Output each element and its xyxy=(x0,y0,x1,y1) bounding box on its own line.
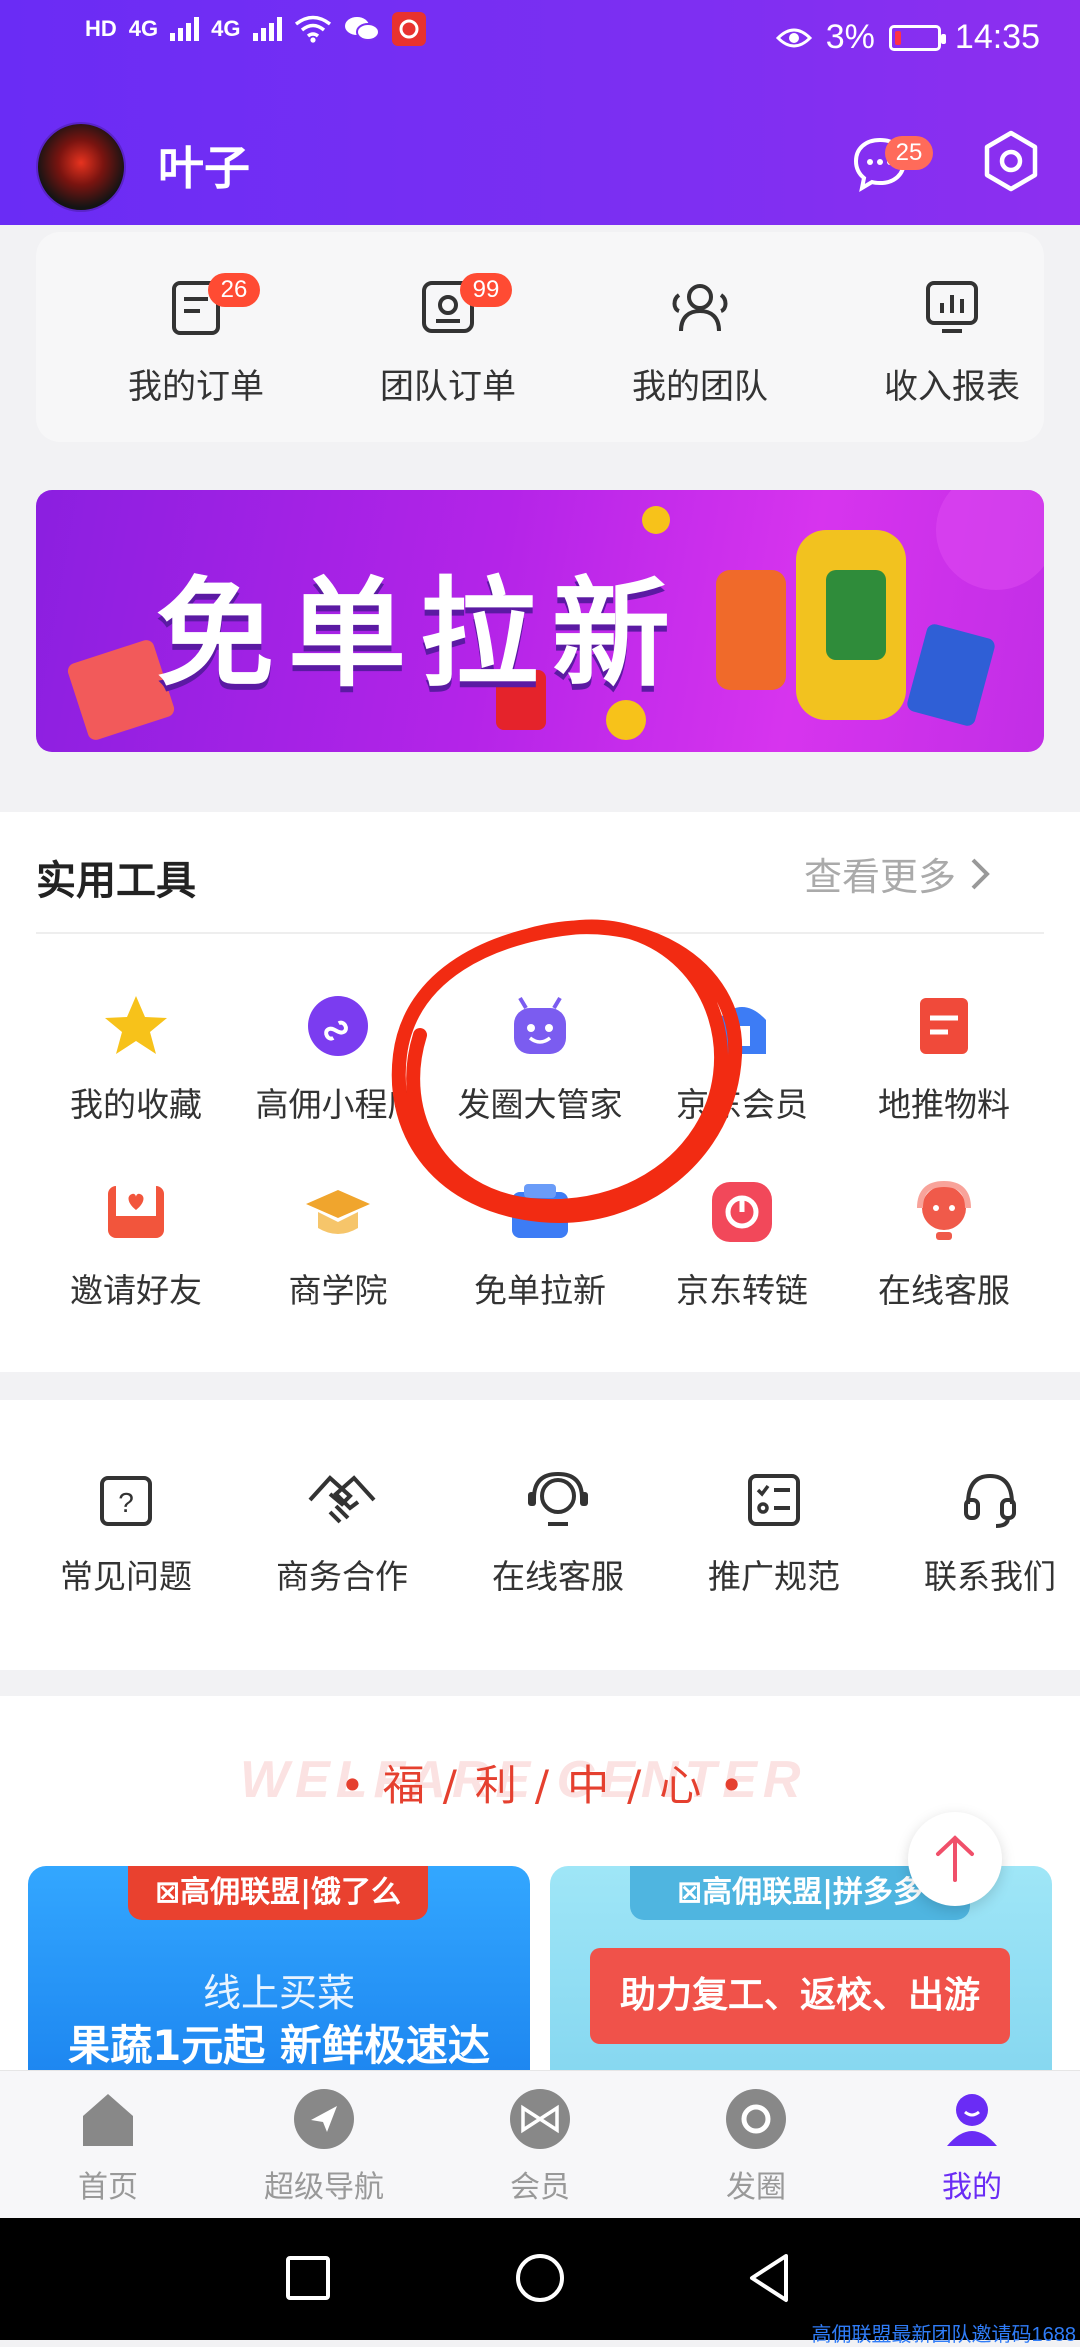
promo-card-eleme[interactable]: ⊠高佣联盟|饿了么 线上买菜 果蔬1元起 新鲜极速达 xyxy=(28,1866,530,2076)
nav-profile-label: 我的 xyxy=(942,2170,1002,2205)
navigation-icon xyxy=(294,2089,354,2149)
username[interactable]: 叶子 xyxy=(158,132,250,198)
tool-favorites[interactable]: 我的收藏 xyxy=(36,990,236,1126)
help-promo-rules[interactable]: 推广规范 xyxy=(674,1470,874,1598)
scroll-top-button[interactable] xyxy=(908,1812,1002,1906)
headset-icon xyxy=(964,1473,1016,1528)
view-more-link[interactable]: 查看更多 xyxy=(804,846,990,901)
avatar[interactable] xyxy=(36,122,126,212)
hd-icon: HD xyxy=(85,16,117,41)
help-contact-us[interactable]: 联系我们 xyxy=(890,1470,1080,1598)
tool-online-support-label: 在线客服 xyxy=(878,1271,1010,1310)
network-type-label: 4G xyxy=(128,16,159,41)
orders-card: 26 我的订单 99 团队订单 我的团队 收入报表 xyxy=(36,232,1044,442)
handshake-icon xyxy=(308,1475,376,1524)
help-faq[interactable]: ? 常见问题 xyxy=(26,1470,226,1598)
orders-badge: 26 xyxy=(208,273,260,307)
battery-icon xyxy=(888,24,946,51)
tool-jd-link-label: 京东转链 xyxy=(676,1271,808,1310)
tool-promo-materials[interactable]: 地推物料 xyxy=(844,990,1044,1126)
help-business[interactable]: 商务合作 xyxy=(242,1470,442,1598)
app-notification-icon xyxy=(391,12,426,46)
team-orders-label: 团队订单 xyxy=(380,367,516,407)
clock: 14:35 xyxy=(954,18,1040,56)
wechat-icon xyxy=(344,17,380,41)
signal-icon xyxy=(170,17,200,41)
tools-title: 实用工具 xyxy=(36,858,196,904)
income-report-button[interactable]: 收入报表 xyxy=(852,277,1052,408)
help-business-label: 商务合作 xyxy=(276,1557,408,1596)
tool-promo-materials-label: 地推物料 xyxy=(878,1085,1010,1124)
watermark-text: 高佣联盟最新团队邀请码1688 xyxy=(811,2324,1077,2346)
nav-member[interactable]: 会员 xyxy=(450,2086,630,2206)
income-report-label: 收入报表 xyxy=(884,367,1020,407)
material-icon xyxy=(920,998,968,1054)
promo-eleme-tag: ⊠高佣联盟|饿了么 xyxy=(128,1866,428,1920)
customer-service-icon xyxy=(528,1471,588,1526)
settings-icon[interactable] xyxy=(978,128,1044,194)
promo-banner[interactable]: 免单拉新 xyxy=(36,490,1044,752)
checklist-icon xyxy=(748,1474,800,1526)
my-team-button[interactable]: 我的团队 xyxy=(600,277,800,408)
team-orders-badge: 99 xyxy=(460,273,512,307)
signal-icon-2 xyxy=(252,17,282,41)
network-type-label-2: 4G xyxy=(211,16,241,41)
nav-circle[interactable]: 发圈 xyxy=(666,2086,846,2206)
invite-icon xyxy=(108,1186,164,1238)
nav-home-label: 首页 xyxy=(78,2170,138,2205)
view-more-label: 查看更多 xyxy=(804,855,957,899)
battery-percent: 3% xyxy=(825,18,875,56)
red-circle-annotation xyxy=(391,919,743,1223)
welfare-title: •福/利/中/心• xyxy=(340,1761,762,1810)
tool-online-support[interactable]: 在线客服 xyxy=(844,1176,1044,1312)
my-orders-button[interactable]: 26 我的订单 xyxy=(96,273,296,408)
tool-invite-friends-label: 邀请好友 xyxy=(70,1271,202,1310)
member-badge-icon xyxy=(510,2089,570,2149)
status-bar: HD 4G 4G 3% 14:35 xyxy=(0,0,1080,80)
my-orders-label: 我的订单 xyxy=(128,367,264,407)
nav-navigation-label: 超级导航 xyxy=(264,2170,384,2205)
circle-icon xyxy=(726,2089,786,2149)
message-badge: 25 xyxy=(885,136,933,170)
help-contact-us-label: 联系我们 xyxy=(924,1557,1056,1596)
help-online-support[interactable]: 在线客服 xyxy=(458,1470,658,1598)
help-online-support-label: 在线客服 xyxy=(492,1557,624,1596)
banner-title: 免单拉新 xyxy=(156,569,685,701)
nav-profile[interactable]: 我的 xyxy=(882,2086,1062,2206)
nav-member-label: 会员 xyxy=(510,2170,570,2205)
team-icon xyxy=(672,284,728,332)
svg-text:?: ? xyxy=(118,1487,134,1518)
help-promo-rules-label: 推广规范 xyxy=(708,1557,840,1596)
faq-icon: ? xyxy=(100,1476,152,1526)
help-faq-label: 常见问题 xyxy=(60,1557,192,1596)
my-team-label: 我的团队 xyxy=(632,367,768,407)
star-icon xyxy=(105,996,167,1054)
promo-eleme-line1: 线上买菜 xyxy=(202,1971,355,2015)
nav-home[interactable]: 首页 xyxy=(18,2086,198,2206)
promo-eleme-line2: 果蔬1元起 新鲜极速达 xyxy=(68,2021,490,2070)
profile-icon xyxy=(947,2094,997,2146)
back-icon[interactable] xyxy=(746,2252,794,2304)
nav-navigation[interactable]: 超级导航 xyxy=(234,2086,414,2206)
tool-free-order-label: 免单拉新 xyxy=(474,1271,606,1310)
home-system-icon[interactable] xyxy=(514,2252,566,2304)
graduation-cap-icon xyxy=(306,1190,370,1234)
chevron-right-icon xyxy=(971,858,990,889)
tool-invite-friends[interactable]: 邀请好友 xyxy=(36,1176,236,1312)
home-icon xyxy=(83,2094,133,2146)
wifi-icon xyxy=(294,15,331,43)
team-orders-button[interactable]: 99 团队订单 xyxy=(348,273,548,408)
eye-icon xyxy=(775,28,812,47)
nav-circle-label: 发圈 xyxy=(726,2170,786,2205)
arrow-up-icon xyxy=(936,1835,974,1882)
support-agent-icon xyxy=(917,1180,971,1240)
recent-apps-icon[interactable] xyxy=(284,2254,332,2302)
report-icon xyxy=(926,281,978,333)
mini-program-icon xyxy=(308,996,368,1056)
tool-academy-label: 商学院 xyxy=(288,1271,388,1310)
promo-pdd-line1: 助力复工、返校、出游 xyxy=(590,1948,1010,2044)
tool-favorites-label: 我的收藏 xyxy=(70,1085,202,1124)
